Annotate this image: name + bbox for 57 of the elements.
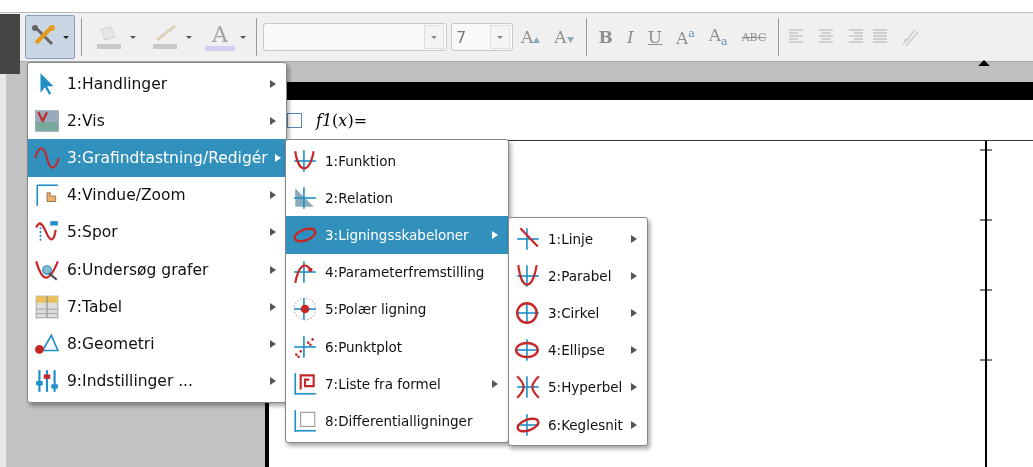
menu-item[interactable]: 5:Spor	[28, 213, 286, 251]
menu-item[interactable]: 7:Liste fra formel	[286, 365, 508, 403]
menu-item[interactable]: 2:Relation	[286, 179, 508, 217]
up-arrow-icon	[533, 37, 541, 43]
menu-item[interactable]: 8:Differentialligninger	[286, 402, 508, 440]
menu-item[interactable]: 1:Linje	[509, 220, 647, 258]
menu-item[interactable]: 1:Funktion	[286, 142, 508, 180]
entry-checkbox[interactable]	[287, 112, 302, 128]
sine-wave-icon	[34, 144, 60, 171]
function-entry-label[interactable]: f1(x)=	[316, 110, 368, 130]
menu-item[interactable]: 3:Ligningsskabeloner	[286, 216, 508, 254]
menu-item[interactable]: 1:Handlinger	[28, 65, 286, 103]
menu-item[interactable]: 7:Tabel	[28, 288, 286, 326]
menu-item[interactable]: 3:Cirkel	[509, 294, 647, 332]
caret-icon	[129, 33, 137, 41]
menu-item[interactable]: 2:Parabel	[509, 257, 647, 295]
caret-icon	[62, 33, 70, 41]
menu-item[interactable]: 5:Hyperbel	[509, 368, 647, 406]
tools-button[interactable]	[25, 15, 75, 59]
spiral-list-icon	[292, 370, 318, 397]
menu-item[interactable]: 4:Ellipse	[509, 331, 647, 369]
window-zoom-icon	[34, 182, 60, 209]
sliders-icon	[34, 368, 60, 395]
menu-item[interactable]: 4:Parameterfremstilling	[286, 253, 508, 291]
graph-view-icon	[34, 107, 60, 134]
collapse-arrow-icon[interactable]	[977, 59, 991, 67]
differential-plot-icon	[292, 407, 318, 434]
menu-item[interactable]: 4:Vindue/Zoom	[28, 176, 286, 214]
parametric-curve-icon	[292, 259, 318, 286]
font-size-field[interactable]: 7	[451, 23, 513, 51]
parabola-icon	[292, 147, 318, 174]
circle-icon	[515, 299, 541, 326]
scatter-plot-icon	[292, 333, 318, 360]
menu-item[interactable]: 6:Undersøg grafer	[28, 250, 286, 289]
dark-side-strip	[0, 14, 20, 74]
polar-icon	[292, 296, 318, 323]
ellipse-icon	[292, 221, 318, 248]
caret-icon	[185, 33, 193, 41]
menu-item[interactable]: 6:Punktplot	[286, 327, 508, 366]
caret-icon	[496, 33, 504, 41]
parabola-icon	[515, 262, 541, 289]
menu-item[interactable]: 2:Vis	[28, 102, 286, 140]
menu-item[interactable]: 5:Polær ligning	[286, 290, 508, 328]
menu-item[interactable]: 3:Grafindtastning/Redigér	[28, 139, 286, 177]
caret-icon	[430, 33, 438, 41]
menu-item[interactable]: 8:Geometri	[28, 325, 286, 363]
down-arrow-icon	[566, 37, 574, 43]
line-icon	[515, 225, 541, 252]
menu-item[interactable]: 9:Indstillinger ...	[28, 362, 286, 400]
font-field[interactable]	[263, 23, 447, 51]
table-icon	[34, 293, 60, 320]
hyperbola-icon	[515, 374, 541, 401]
menu-item[interactable]: 6:Keglesnit	[509, 405, 647, 444]
ellipse-icon	[515, 337, 541, 364]
caret-icon	[239, 33, 247, 41]
ellipse-icon	[515, 411, 541, 438]
shaded-region-icon	[292, 184, 318, 211]
